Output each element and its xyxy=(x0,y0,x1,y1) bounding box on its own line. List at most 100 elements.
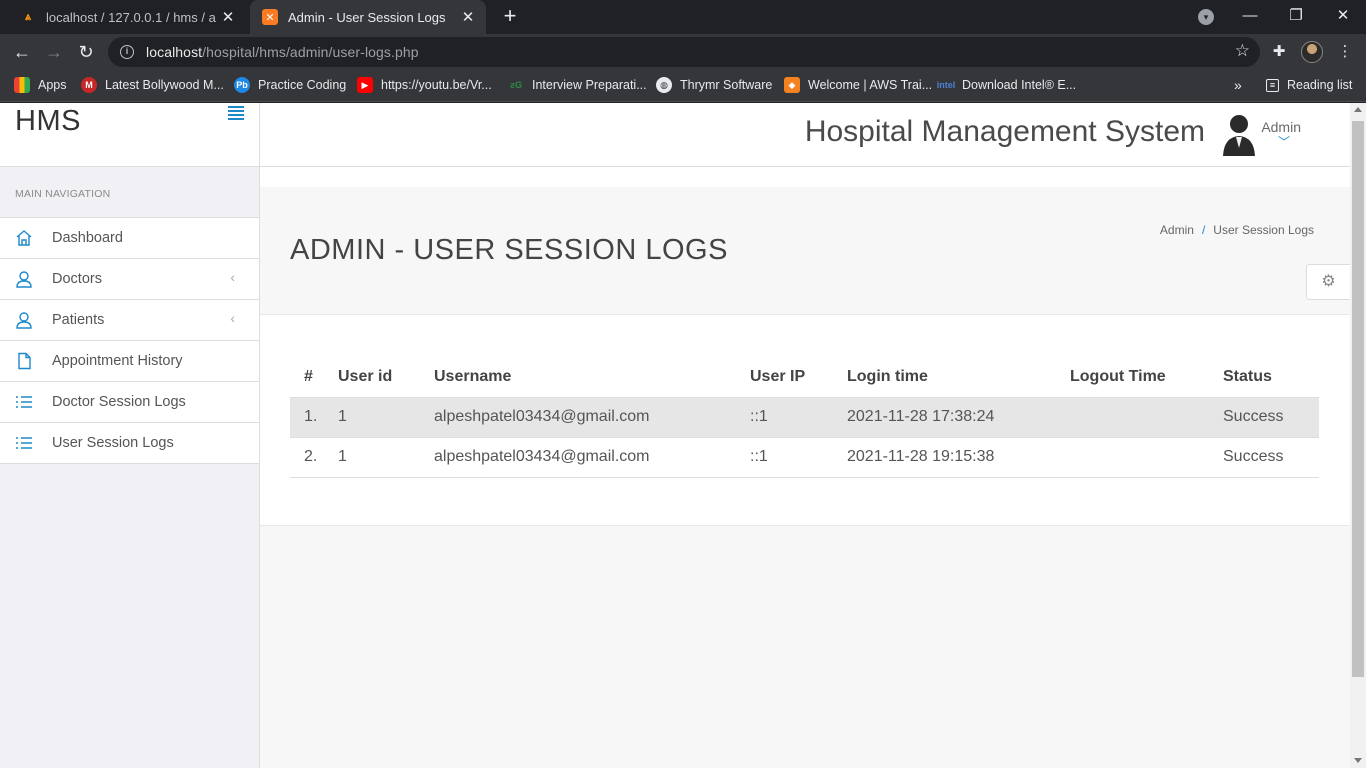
bookmark-aws[interactable]: ◆ Welcome | AWS Trai... xyxy=(784,70,932,100)
chevron-down-icon[interactable]: ﹀ xyxy=(1278,133,1290,150)
scrollbar-thumb[interactable] xyxy=(1352,121,1364,677)
table-cell: alpeshpatel03434@gmail.com xyxy=(434,436,750,478)
list-icon xyxy=(14,392,34,412)
bookmark-label: Practice Coding xyxy=(258,78,347,92)
page-scrollbar[interactable] xyxy=(1350,103,1366,768)
home-icon xyxy=(14,228,34,248)
scroll-up-arrow-icon[interactable] xyxy=(1354,107,1362,112)
browser-menu-icon[interactable]: ⋮ xyxy=(1335,42,1355,62)
column-header: User IP xyxy=(750,367,806,385)
bookmark-bollywood[interactable]: M Latest Bollywood M... xyxy=(81,70,224,100)
top-navbar: Hospital Management System Admin ﹀ xyxy=(260,103,1350,167)
back-arrow-icon[interactable]: ← xyxy=(9,39,35,65)
chevron-left-icon: ‹ xyxy=(230,310,235,326)
youtube-icon: ▶ xyxy=(357,77,373,93)
scroll-down-arrow-icon[interactable] xyxy=(1354,758,1362,763)
browser-tab-active[interactable]: ✕ Admin - User Session Logs ✕ xyxy=(250,0,486,34)
breadcrumb-admin[interactable]: Admin xyxy=(1160,223,1194,237)
close-icon[interactable]: ✕ xyxy=(456,8,480,26)
table-cell: 2021-11-28 17:38:24 xyxy=(847,396,1070,437)
bookmark-label: https://youtu.be/Vr... xyxy=(381,78,492,92)
bookmark-label: Download Intel® E... xyxy=(962,78,1077,92)
sidebar-item-label: Doctors xyxy=(52,271,102,287)
table-row: 2. 1 alpeshpatel03434@gmail.com ::1 2021… xyxy=(290,436,1319,478)
bookmark-practice-coding[interactable]: Pb Practice Coding xyxy=(234,70,346,100)
table-cell: 1 xyxy=(338,436,434,478)
sidebar-nav: Dashboard Doctors ‹ Patients ‹ Appointme… xyxy=(0,217,259,464)
xampp-icon: ✕ xyxy=(262,9,278,25)
forward-arrow-icon[interactable]: → xyxy=(41,39,67,65)
phpmyadmin-icon: ⩓ xyxy=(24,10,32,23)
window-close-button[interactable]: ✕ xyxy=(1320,0,1366,34)
bookmark-youtube[interactable]: ▶ https://youtu.be/Vr... xyxy=(357,70,492,100)
info-icon[interactable]: i xyxy=(120,45,134,59)
table-cell: 2. xyxy=(290,436,338,478)
column-header: # xyxy=(304,367,313,385)
hamburger-menu-icon[interactable] xyxy=(228,106,244,120)
column-header: Username xyxy=(434,367,512,385)
tab-title: Admin - User Session Logs xyxy=(288,9,446,25)
column-header: Logout Time xyxy=(1070,367,1166,385)
sidebar-item-user-session-logs[interactable]: User Session Logs xyxy=(0,423,259,464)
apps-grid-icon xyxy=(14,77,30,93)
m-logo-icon: M xyxy=(81,77,97,93)
user-icon xyxy=(14,269,34,289)
brand-logo[interactable]: HMS xyxy=(15,105,81,138)
list-icon xyxy=(14,433,34,453)
sidebar-item-doctor-session-logs[interactable]: Doctor Session Logs xyxy=(0,382,259,423)
bookmark-label: Thrymr Software xyxy=(680,78,773,92)
column-header: Login time xyxy=(847,367,928,385)
extensions-puzzle-icon[interactable]: ✚ xyxy=(1269,42,1289,62)
browser-toolbar: ← → ↻ i localhost/hospital/hms/admin/use… xyxy=(0,34,1366,70)
sidebar-item-patients[interactable]: Patients ‹ xyxy=(0,300,259,341)
reading-list-icon: ≡ xyxy=(1266,78,1279,92)
table-cell: 1. xyxy=(290,396,338,437)
reload-icon[interactable]: ↻ xyxy=(73,39,99,65)
table-cell: 2021-11-28 19:15:38 xyxy=(847,436,1070,478)
bookmark-label: Apps xyxy=(38,78,67,92)
sidebar-item-appointment-history[interactable]: Appointment History xyxy=(0,341,259,382)
sidebar-item-label: Appointment History xyxy=(52,353,183,369)
gear-icon[interactable]: ⚙ xyxy=(1306,264,1350,300)
session-logs-table: # User id Username User IP Login time Lo… xyxy=(290,357,1319,478)
tab-title: localhost / 127.0.0.1 / hms / adm xyxy=(46,9,216,25)
bookmark-star-icon[interactable]: ☆ xyxy=(1235,41,1250,61)
bookmark-thrymr[interactable]: ◍ Thrymr Software xyxy=(656,70,772,100)
bookmark-label: Interview Preparati... xyxy=(532,78,647,92)
intel-icon: intel xyxy=(936,80,956,90)
bookmark-apps[interactable]: Apps xyxy=(14,70,67,100)
brand-area: HMS xyxy=(0,103,260,167)
browser-tab-phpmyadmin[interactable]: ⩓ localhost / 127.0.0.1 / hms / adm ✕ xyxy=(8,0,246,34)
bookmarks-overflow-icon[interactable]: » xyxy=(1234,70,1242,100)
user-icon xyxy=(14,310,34,330)
table-cell: ::1 xyxy=(750,436,847,478)
profile-avatar[interactable] xyxy=(1301,41,1323,63)
sidebar: MAIN NAVIGATION Dashboard Doctors ‹ Pati… xyxy=(0,167,260,768)
close-icon[interactable]: ✕ xyxy=(216,8,240,26)
minimize-button[interactable]: — xyxy=(1227,0,1273,34)
tab-search-icon[interactable]: ▾ xyxy=(1198,9,1214,25)
sidebar-item-dashboard[interactable]: Dashboard xyxy=(0,218,259,259)
reading-list-button[interactable]: ≡ Reading list xyxy=(1266,70,1352,100)
admin-avatar[interactable] xyxy=(1220,112,1258,156)
breadcrumb-separator: / xyxy=(1201,223,1206,237)
globe-icon: ◍ xyxy=(656,77,672,93)
chevron-left-icon: ‹ xyxy=(230,269,235,285)
page-title: ADMIN - USER SESSION LOGS xyxy=(290,234,728,266)
restore-button[interactable]: ❐ xyxy=(1273,0,1319,34)
bookmark-intel[interactable]: intel Download Intel® E... xyxy=(936,70,1077,100)
page-header: ADMIN - USER SESSION LOGS Admin / User Ses… xyxy=(260,187,1350,315)
table-header-row: # User id Username User IP Login time Lo… xyxy=(290,357,1319,397)
gfg-icon: ƨG xyxy=(509,80,522,90)
sidebar-item-label: Dashboard xyxy=(52,230,123,246)
content-footer xyxy=(260,525,1350,768)
url-text: localhost/hospital/hms/admin/user-logs.p… xyxy=(146,44,419,60)
sidebar-item-doctors[interactable]: Doctors ‹ xyxy=(0,259,259,300)
table-cell xyxy=(1070,436,1223,478)
page-viewport: HMS Hospital Management System Admin ﹀ M… xyxy=(0,103,1366,768)
bookmark-interview-prep[interactable]: ƨG Interview Preparati... xyxy=(508,70,647,100)
aws-cube-icon: ◆ xyxy=(784,77,800,93)
address-bar[interactable]: i localhost/hospital/hms/admin/user-logs… xyxy=(108,37,1260,67)
new-tab-button[interactable]: + xyxy=(498,5,522,29)
file-icon xyxy=(14,351,34,371)
